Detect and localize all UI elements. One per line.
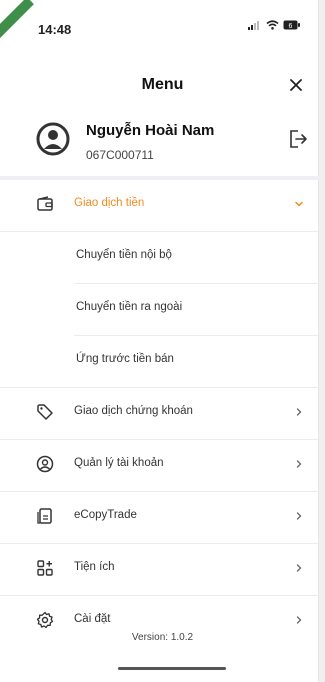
page-title: Menu	[141, 76, 184, 93]
logout-icon	[290, 130, 307, 148]
status-time: 14:48	[38, 22, 72, 37]
profile-section: Nguyễn Hoài Nam 067C000711	[0, 110, 325, 170]
status-bar: 14:48 6	[0, 0, 325, 44]
account-circle-icon	[36, 455, 54, 473]
status-icons: 6	[248, 20, 301, 30]
chevron-down-icon	[295, 201, 303, 207]
close-icon	[290, 79, 302, 91]
menu-item-giao-dich-chung-khoan[interactable]: Giao dịch chứng khoán	[0, 388, 319, 440]
menu-item-ecopytrade[interactable]: eCopyTrade	[0, 492, 319, 544]
wallet-icon	[37, 196, 53, 211]
menu-item-label: eCopyTrade	[74, 509, 137, 521]
close-button[interactable]	[285, 74, 307, 96]
gear-icon	[36, 611, 54, 629]
wifi-icon	[266, 20, 279, 30]
tag-icon	[37, 404, 53, 420]
home-indicator	[118, 667, 226, 670]
menu-item-label: Tiện ích	[74, 561, 115, 573]
debug-badge	[0, 0, 34, 41]
menu-item-tien-ich[interactable]: Tiện ích	[0, 544, 319, 596]
user-name: Nguyễn Hoài Nam	[86, 122, 215, 139]
submenu-item-label: Chuyển tiền nội bộ	[76, 249, 172, 261]
logout-button[interactable]	[287, 128, 309, 150]
scrollbar	[318, 0, 325, 682]
submenu-item-ung-truoc-tien-ban[interactable]: Ứng trước tiền bán	[0, 336, 319, 388]
svg-text:6: 6	[289, 23, 293, 30]
chevron-right-icon	[296, 512, 302, 520]
submenu-item-chuyen-tien-noi-bo[interactable]: Chuyển tiền nội bộ	[74, 232, 319, 284]
chevron-right-icon	[296, 460, 302, 468]
menu-item-label: Giao dịch tiền	[74, 197, 145, 209]
submenu-item-label: Ứng trước tiền bán	[76, 353, 174, 365]
app-screen: 14:48 6 Menu Nguyễn Hoài Nam 067C000711 …	[0, 0, 325, 682]
user-id: 067C000711	[86, 148, 154, 162]
submenu-item-chuyen-tien-ra-ngoai[interactable]: Chuyển tiền ra ngoài	[74, 284, 319, 336]
avatar-icon	[36, 122, 70, 156]
submenu-item-label: Chuyển tiền ra ngoài	[76, 301, 183, 313]
menu-item-label: Cài đặt	[74, 613, 111, 625]
chevron-right-icon	[296, 408, 302, 416]
version-label: Version: 1.0.2	[131, 632, 194, 643]
menu-list: Giao dịch tiền Chuyển tiền nội bộ Chuyển…	[0, 180, 319, 647]
menu-item-giao-dich-tien[interactable]: Giao dịch tiền	[0, 180, 319, 232]
menu-item-quan-ly-tai-khoan[interactable]: Quản lý tài khoản	[0, 440, 319, 492]
chevron-right-icon	[296, 564, 302, 572]
chevron-right-icon	[296, 616, 302, 624]
grid-apps-icon	[37, 560, 53, 576]
battery-icon: 6	[283, 20, 300, 30]
signal-icon	[248, 21, 259, 30]
menu-item-label: Giao dịch chứng khoán	[74, 405, 193, 417]
menu-item-label: Quản lý tài khoản	[74, 457, 164, 469]
copy-document-icon	[37, 508, 52, 524]
